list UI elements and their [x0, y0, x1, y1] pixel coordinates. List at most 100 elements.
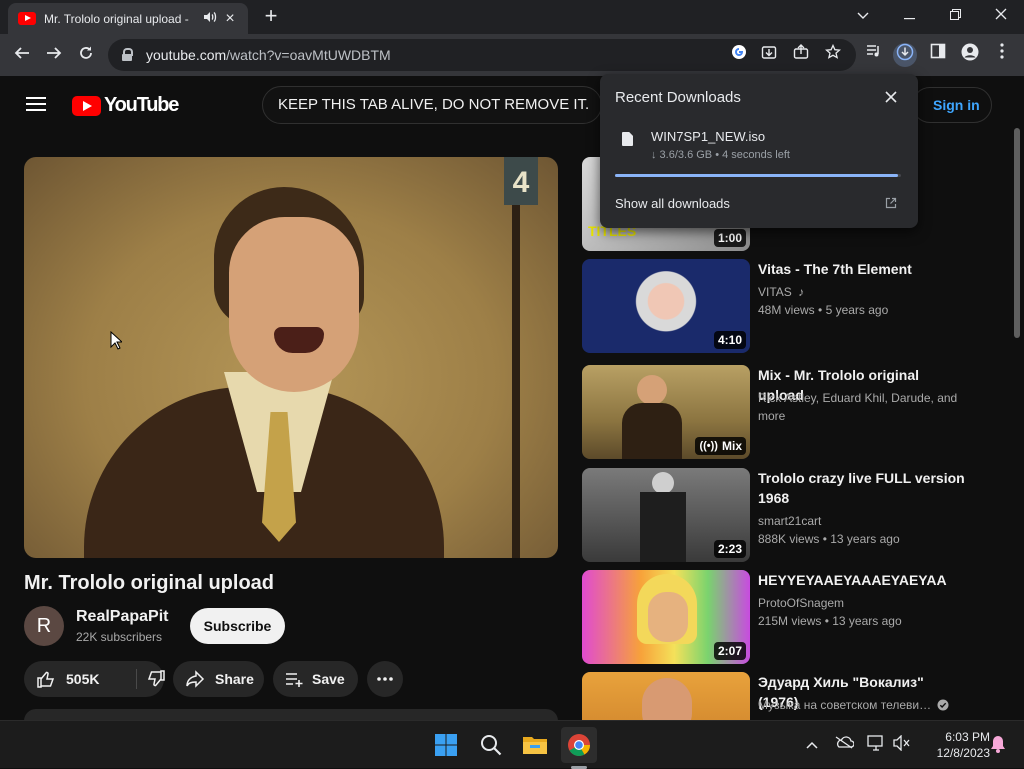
- bookmark-star-icon[interactable]: [822, 43, 844, 66]
- channel-name[interactable]: ProtoOfSnagem: [758, 594, 968, 612]
- video-thumbnail[interactable]: 2:07: [582, 570, 750, 664]
- video-duration: 4:10: [713, 331, 746, 349]
- thumbs-up-icon: [37, 671, 55, 688]
- google-lens-icon[interactable]: [728, 44, 750, 66]
- onedrive-icon[interactable]: [834, 735, 855, 755]
- sign-in-button[interactable]: Sign in: [912, 87, 992, 123]
- video-duration: 2:07: [713, 642, 746, 660]
- tab-search-chevron-icon[interactable]: [840, 0, 886, 32]
- share-page-icon[interactable]: [790, 44, 812, 66]
- address-bar[interactable]: youtube.com/watch?v=oavMtUWDBTM: [108, 39, 856, 71]
- video-thumbnail[interactable]: 2:23: [582, 468, 750, 562]
- download-file-name[interactable]: WIN7SP1_NEW.iso: [651, 129, 765, 144]
- video-thumbnail[interactable]: ((•)) Mix: [582, 365, 750, 459]
- share-button[interactable]: Share: [173, 661, 264, 697]
- video-title[interactable]: Vitas - The 7th Element: [758, 259, 968, 279]
- show-hidden-icons-chevron-icon[interactable]: [802, 735, 822, 755]
- mix-badge: ((•)) Mix: [695, 437, 746, 455]
- like-button[interactable]: 505K: [24, 661, 99, 697]
- clock-time[interactable]: 6:03 PM: [930, 730, 990, 744]
- subscribe-button[interactable]: Subscribe: [190, 608, 285, 644]
- mouse-cursor-icon: [110, 331, 122, 350]
- reload-icon[interactable]: [72, 41, 100, 69]
- browser-titlebar: Mr. Trololo original upload - × +: [0, 0, 1024, 34]
- restore-icon[interactable]: [932, 0, 978, 32]
- music-note-icon: ♪: [798, 285, 805, 299]
- notification-bell-icon[interactable]: [988, 735, 1008, 755]
- thumbnail-face: [652, 472, 674, 494]
- channel-avatar[interactable]: R: [24, 606, 64, 646]
- downloads-icon[interactable]: [893, 43, 917, 67]
- list-item[interactable]: 2:07 HEYYEYAAEYAAAEYAEYAA ProtoOfSnagem …: [582, 570, 1002, 665]
- scrollbar-thumb[interactable]: [1014, 128, 1020, 338]
- share-arrow-icon: [186, 670, 205, 688]
- video-scene-post: [512, 205, 520, 558]
- video-title: Mr. Trololo original upload: [24, 572, 274, 594]
- thumbnail-suit: [622, 403, 682, 459]
- side-panel-icon[interactable]: [926, 43, 950, 67]
- channel-name[interactable]: smart21cart: [758, 512, 968, 530]
- thumbnail-suit: [640, 492, 686, 562]
- lock-icon[interactable]: [120, 48, 134, 62]
- video-meta: 215M views • 13 years ago: [758, 614, 902, 628]
- dislike-button[interactable]: [137, 661, 174, 697]
- windows-start-icon[interactable]: [428, 727, 464, 763]
- new-tab-icon[interactable]: +: [258, 4, 284, 30]
- close-window-icon[interactable]: [978, 0, 1024, 32]
- verified-check-icon: [937, 699, 949, 711]
- close-downloads-icon[interactable]: [882, 88, 900, 106]
- more-actions-button[interactable]: [367, 661, 403, 697]
- media-controls-icon[interactable]: [862, 43, 886, 67]
- youtube-logo[interactable]: YouTube: [72, 94, 179, 117]
- show-all-downloads-link[interactable]: Show all downloads: [615, 196, 730, 211]
- video-title[interactable]: HEYYEYAAEYAAAEYAEYAA: [758, 570, 968, 590]
- search-input[interactable]: KEEP THIS TAB ALIVE, DO NOT REMOVE IT.: [262, 86, 602, 124]
- audio-playing-icon[interactable]: [200, 11, 220, 26]
- like-count: 505K: [66, 671, 100, 687]
- install-app-icon[interactable]: [758, 44, 780, 66]
- channel-name: Rick Astley, Eduard Khil, Darude, and mo…: [758, 391, 958, 423]
- channel-name[interactable]: RealPapaPit: [76, 608, 168, 626]
- forward-arrow-icon[interactable]: [40, 41, 68, 69]
- thumbnail-face: [648, 592, 688, 642]
- more-horizontal-icon: [377, 677, 393, 681]
- like-dislike-group: 505K: [24, 661, 165, 697]
- youtube-play-icon: [72, 95, 101, 116]
- video-player[interactable]: 4: [24, 157, 558, 558]
- thumbs-down-icon: [147, 670, 165, 687]
- chrome-taskbar-icon[interactable]: [561, 727, 597, 763]
- video-thumbnail[interactable]: 4:10: [582, 259, 750, 353]
- video-thumbnail[interactable]: [582, 672, 750, 720]
- volume-muted-icon[interactable]: [892, 734, 912, 755]
- network-icon[interactable]: [866, 735, 886, 755]
- file-explorer-icon[interactable]: [517, 727, 553, 763]
- channel-name[interactable]: VITAS ♪: [758, 283, 968, 301]
- clock-date[interactable]: 12/8/2023: [920, 746, 990, 760]
- save-button[interactable]: Save: [273, 661, 358, 697]
- tab-title: Mr. Trololo original upload -: [44, 11, 189, 26]
- downloads-heading: Recent Downloads: [615, 89, 741, 106]
- close-tab-icon[interactable]: ×: [220, 10, 240, 28]
- download-progress-bar: [615, 174, 901, 177]
- search-icon[interactable]: [473, 727, 509, 763]
- browser-toolbar: youtube.com/watch?v=oavMtUWDBTM: [0, 34, 1024, 76]
- video-title[interactable]: Trololo crazy live FULL version 1968: [758, 468, 968, 508]
- thumbnail-face: [637, 375, 667, 405]
- list-item[interactable]: ((•)) Mix Mix - Mr. Trololo original upl…: [582, 365, 1002, 460]
- browser-menu-icon[interactable]: [990, 43, 1014, 67]
- list-item[interactable]: Эдуард Хиль "Вокализ" (1976) Музыка на с…: [582, 672, 1002, 720]
- browser-tab-active[interactable]: Mr. Trololo original upload - ×: [8, 3, 248, 34]
- video-meta: 48M views • 5 years ago: [758, 303, 889, 317]
- video-duration: 1:00: [713, 229, 746, 247]
- channel-name[interactable]: Музыка на советском телеви…: [758, 696, 968, 714]
- list-item[interactable]: 2:23 Trololo crazy live FULL version 196…: [582, 468, 1002, 563]
- back-arrow-icon[interactable]: [8, 41, 36, 69]
- page-scrollbar[interactable]: [1010, 76, 1024, 720]
- minimize-icon[interactable]: [886, 0, 932, 32]
- hamburger-menu-icon[interactable]: [26, 97, 46, 111]
- download-progress-fill: [615, 174, 899, 177]
- profile-icon[interactable]: [958, 43, 982, 67]
- list-item[interactable]: 4:10 Vitas - The 7th Element VITAS ♪ 48M…: [582, 259, 1002, 354]
- open-external-icon[interactable]: [885, 197, 897, 209]
- url-text[interactable]: youtube.com/watch?v=oavMtUWDBTM: [146, 47, 391, 63]
